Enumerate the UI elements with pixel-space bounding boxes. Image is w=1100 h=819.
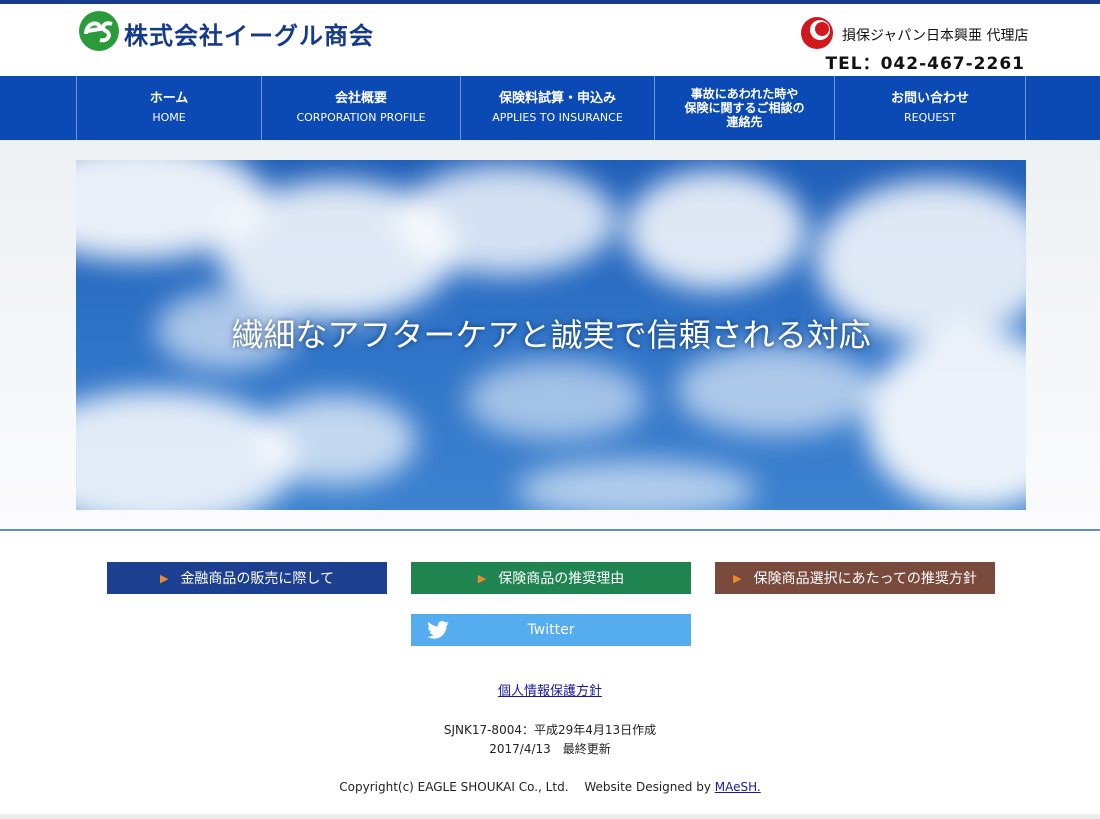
nav-label-line: 事故にあわれた時や bbox=[690, 87, 799, 101]
button-label: 保険商品選択にあたっての推奨方針 bbox=[753, 571, 977, 587]
nav-label-en: HOME bbox=[152, 111, 186, 124]
copyright: Copyright(c) EAGLE SHOUKAI Co., Ltd. Web… bbox=[0, 778, 1100, 795]
site-header: 株式会社イーグル商会 損保ジャパン日本興亜 代理店 TEL：042-467-22… bbox=[0, 4, 1100, 76]
company-name[interactable]: 株式会社イーグル商会 bbox=[124, 16, 374, 51]
partner-badge: 損保ジャパン日本興亜 代理店 bbox=[800, 16, 1030, 50]
phone-number: TEL：042-467-2261 bbox=[825, 54, 1025, 74]
nav-item-profile[interactable]: 会社概要 CORPORATION PROFILE bbox=[262, 76, 461, 140]
copyright-text: Copyright(c) EAGLE SHOUKAI Co., Ltd. Web… bbox=[339, 780, 715, 794]
main-nav: ホーム HOME 会社概要 CORPORATION PROFILE 保険料試算・… bbox=[0, 76, 1100, 140]
nav-item-request[interactable]: お問い合わせ REQUEST bbox=[835, 76, 1026, 140]
nav-item-insurance[interactable]: 保険料試算・申込み APPLIES TO INSURANCE bbox=[461, 76, 655, 140]
bottom-bar bbox=[0, 814, 1100, 819]
button-label: Twitter bbox=[527, 622, 575, 638]
nav-label-en: CORPORATION PROFILE bbox=[296, 111, 426, 124]
nav-label-en: REQUEST bbox=[904, 111, 956, 124]
hero-tagline: 繊細なアフターケアと誠実で信頼される対応 bbox=[231, 316, 871, 354]
hero-stage: 繊細なアフターケアと誠実で信頼される対応 bbox=[0, 140, 1100, 531]
designer-link[interactable]: MAeSH. bbox=[715, 780, 761, 794]
button-label: 金融商品の販売に際して bbox=[180, 571, 335, 587]
triangle-right-icon: ▶ bbox=[733, 571, 742, 585]
recommendation-reason-button[interactable]: ▶ 保険商品の推奨理由 bbox=[411, 562, 691, 594]
triangle-right-icon: ▶ bbox=[477, 571, 487, 585]
twitter-button[interactable]: Twitter bbox=[411, 614, 691, 646]
privacy-policy: 個人情報保護方針 bbox=[0, 680, 1100, 699]
nav-item-accident-contact[interactable]: 事故にあわれた時や 保険に関するご相談の 連絡先 bbox=[655, 76, 835, 140]
last-updated: 2017/4/13 最終更新 bbox=[489, 742, 611, 756]
sompo-logo-icon bbox=[801, 17, 833, 49]
nav-item-home[interactable]: ホーム HOME bbox=[77, 76, 262, 140]
hero-banner: 繊細なアフターケアと誠実で信頼される対応 bbox=[76, 160, 1026, 510]
nav-label-line: 連絡先 bbox=[726, 115, 763, 129]
triangle-right-icon: ▶ bbox=[159, 571, 169, 585]
privacy-policy-link[interactable]: 個人情報保護方針 bbox=[498, 684, 602, 699]
nav-label-jp: 保険料試算・申込み bbox=[498, 91, 616, 106]
document-code: SJNK17-8004：平成29年4月13日作成 bbox=[443, 723, 657, 737]
nav-label-en: APPLIES TO INSURANCE bbox=[492, 111, 623, 124]
recommendation-policy-button[interactable]: ▶ 保険商品選択にあたっての推奨方針 bbox=[715, 562, 995, 594]
partner-label: 損保ジャパン日本興亜 代理店 bbox=[842, 28, 1029, 44]
nav-label-jp: お問い合わせ bbox=[890, 91, 969, 106]
es-logo-icon[interactable] bbox=[78, 10, 120, 52]
nav-label-jp: 会社概要 bbox=[334, 91, 387, 106]
button-label: 保険商品の推奨理由 bbox=[498, 571, 625, 587]
financial-products-button[interactable]: ▶ 金融商品の販売に際して bbox=[107, 562, 387, 594]
nav-label-line: 保険に関するご相談の bbox=[684, 101, 805, 115]
nav-label-jp: ホーム bbox=[149, 91, 189, 106]
twitter-bird-icon bbox=[427, 621, 449, 639]
